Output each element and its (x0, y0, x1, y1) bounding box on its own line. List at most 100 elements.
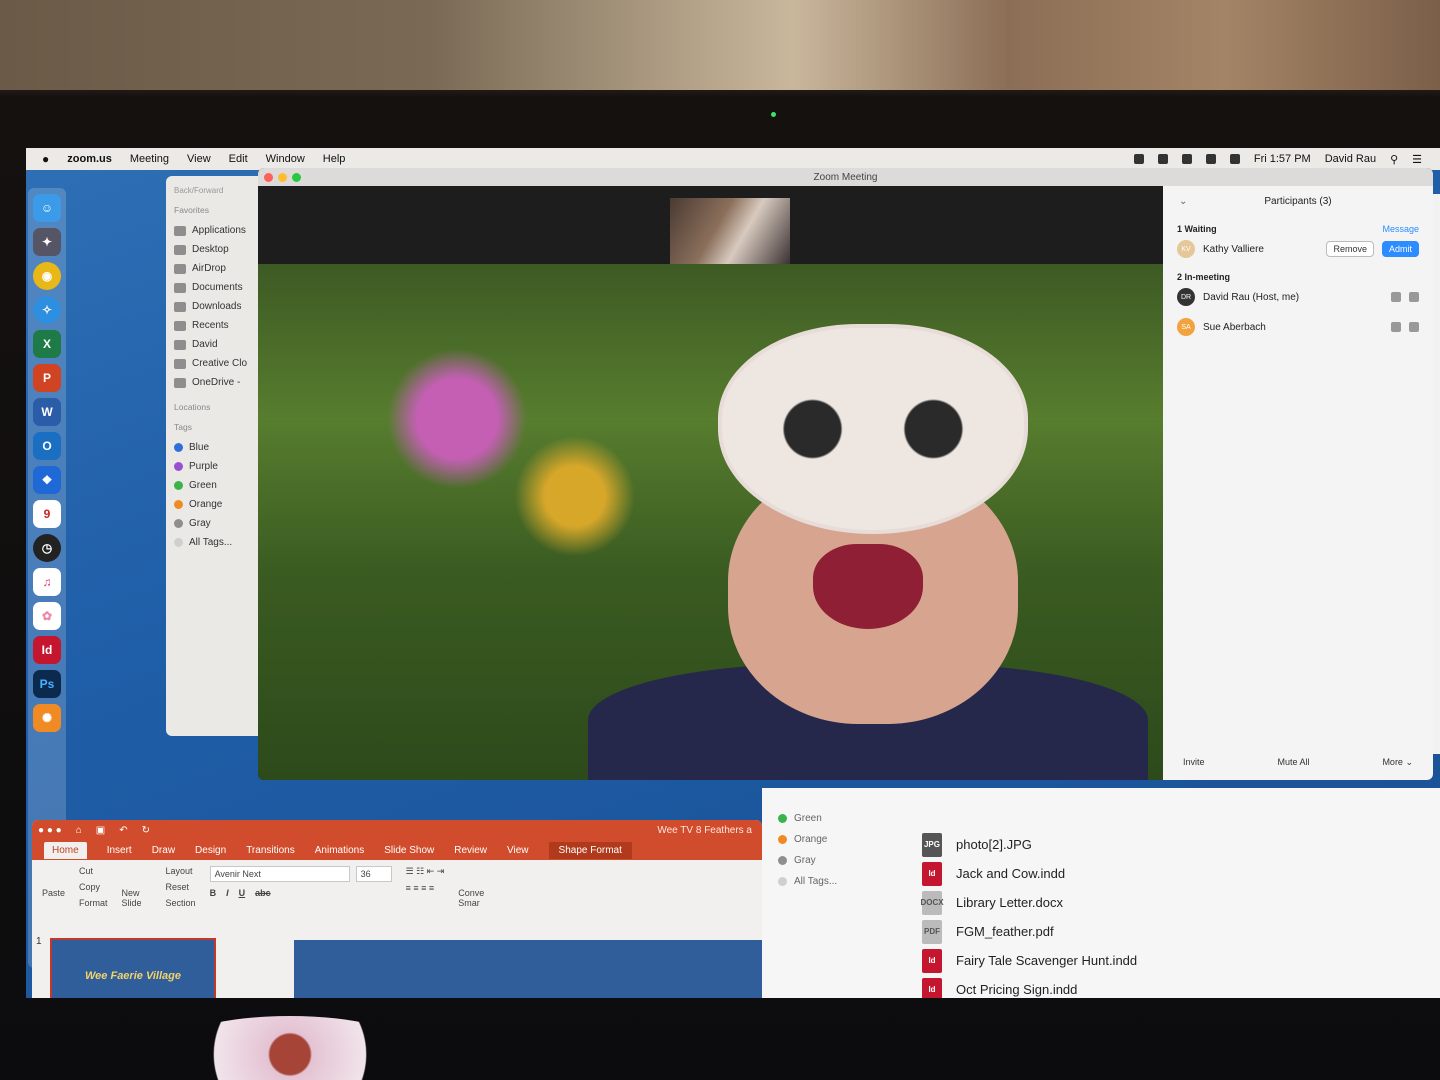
font-size-select[interactable]: 36 (355, 866, 392, 882)
itunes-icon[interactable]: ♫ (33, 568, 61, 596)
microphone-icon[interactable] (1391, 292, 1401, 302)
list-item[interactable]: PDF FGM_feather.pdf (922, 917, 1137, 946)
chrome-icon[interactable]: ◉ (33, 262, 61, 290)
finder-icon[interactable]: ☺ (33, 194, 61, 222)
menu-window[interactable]: Window (266, 153, 305, 165)
slide-canvas[interactable] (294, 940, 762, 998)
list-item[interactable]: Id Oct Pricing Sign.indd (922, 975, 1137, 998)
menu-clock[interactable]: Fri 1:57 PM (1254, 153, 1311, 165)
tab-slide-show[interactable]: Slide Show (384, 843, 434, 858)
reset-button[interactable]: Reset (166, 882, 196, 892)
dropbox-icon[interactable]: ❖ (33, 466, 61, 494)
tab-view[interactable]: View (507, 843, 529, 858)
tab-draw[interactable]: Draw (152, 843, 175, 858)
safari-icon[interactable]: ✧ (33, 296, 61, 324)
font-group: Avenir Next 36 B I U abc (209, 866, 392, 924)
indesign-icon[interactable]: Id (33, 636, 61, 664)
tag-dot-icon (174, 538, 183, 547)
participant-row[interactable]: SA Sue Aberbach (1163, 312, 1433, 342)
file-name: Library Letter.docx (956, 895, 1063, 910)
tab-review[interactable]: Review (454, 843, 487, 858)
menu-help[interactable]: Help (323, 153, 346, 165)
powerpoint-window: ● ● ● ⌂ ▣ ↶ ↻ Wee TV 8 Feathers a Home I… (32, 820, 762, 998)
list-item[interactable]: Id Fairy Tale Scavenger Hunt.indd (922, 946, 1137, 975)
slide-thumbnail[interactable]: Wee Faerie Village (50, 938, 216, 998)
list-item[interactable]: DOCX Library Letter.docx (920, 888, 1137, 917)
airplay-icon[interactable] (1229, 154, 1240, 164)
menu-meeting[interactable]: Meeting (130, 153, 169, 165)
word-icon[interactable]: W (33, 398, 61, 426)
bluetooth-icon[interactable] (1205, 154, 1216, 164)
cloud-icon[interactable] (1157, 154, 1168, 164)
self-video-thumbnail[interactable] (670, 198, 790, 264)
tab-insert[interactable]: Insert (107, 843, 132, 858)
layout-button[interactable]: Layout (166, 866, 196, 876)
more-button[interactable]: More ⌄ (1376, 755, 1419, 770)
font-style-row: B I U abc (210, 888, 392, 898)
video-paper-mask (718, 324, 1028, 534)
new-slide-button[interactable]: New Slide (122, 888, 152, 908)
admit-button[interactable]: Admit (1381, 241, 1419, 257)
tag-dot-icon (174, 500, 183, 509)
tab-animations[interactable]: Animations (315, 843, 364, 858)
tag-gray[interactable]: Gray (778, 850, 837, 871)
zoom-status-icon[interactable] (1133, 154, 1144, 164)
participant-row[interactable]: DR David Rau (Host, me) (1163, 282, 1433, 312)
tag-orange[interactable]: Orange (778, 829, 837, 850)
list-item[interactable]: JPG photo[2].JPG (922, 830, 1137, 859)
message-link[interactable]: Message (1382, 224, 1419, 234)
microphone-icon[interactable] (1391, 322, 1401, 332)
bullets-icon[interactable]: ☰ ☷ ⇤ ⇥ (406, 866, 445, 877)
convert-smartart-button[interactable]: Conve Smar (458, 888, 492, 908)
chevron-down-icon[interactable]: ⌄ (1179, 196, 1187, 207)
notification-center-icon[interactable]: ☰ (1412, 153, 1422, 166)
reeder-icon[interactable]: ✺ (33, 704, 61, 732)
redo-icon[interactable]: ↻ (142, 825, 150, 836)
bold-icon[interactable]: B (210, 888, 217, 898)
copy-button[interactable]: Copy (79, 882, 108, 892)
undo-icon[interactable]: ↶ (119, 825, 127, 836)
active-speaker-video[interactable] (258, 264, 1163, 780)
apple-menu-icon[interactable]: ● (42, 152, 49, 166)
strikethrough-icon[interactable]: abc (255, 888, 271, 898)
tab-transitions[interactable]: Transitions (246, 843, 295, 858)
dashboard-icon[interactable]: ◷ (33, 534, 61, 562)
launchpad-icon[interactable]: ✦ (33, 228, 61, 256)
remove-button[interactable]: Remove (1326, 241, 1374, 257)
menu-user[interactable]: David Rau (1325, 153, 1376, 165)
menu-app-name[interactable]: zoom.us (67, 153, 112, 165)
tab-shape-format[interactable]: Shape Format (548, 841, 632, 859)
camera-icon[interactable] (1409, 322, 1419, 332)
paragraph-group: ☰ ☷ ⇤ ⇥ ≡ ≡ ≡ ≡ (406, 866, 445, 924)
tag-dot-icon (778, 856, 787, 865)
photoshop-icon[interactable]: Ps (33, 670, 61, 698)
calendar-icon[interactable]: 9 (33, 500, 61, 528)
home-icon[interactable]: ⌂ (76, 825, 82, 836)
format-painter-button[interactable]: Format (79, 898, 108, 908)
spotlight-icon[interactable]: ⚲ (1390, 153, 1398, 166)
tab-home[interactable]: Home (44, 841, 87, 859)
section-button[interactable]: Section (166, 898, 196, 908)
tag-all[interactable]: All Tags... (778, 871, 837, 892)
tab-design[interactable]: Design (195, 843, 226, 858)
font-name-select[interactable]: Avenir Next (209, 866, 350, 882)
save-icon[interactable]: ▣ (96, 825, 105, 836)
menu-edit[interactable]: Edit (229, 153, 248, 165)
photos-icon[interactable]: ✿ (33, 602, 61, 630)
mute-all-button[interactable]: Mute All (1271, 755, 1315, 770)
camera-icon[interactable] (1409, 292, 1419, 302)
underline-icon[interactable]: U (239, 888, 246, 898)
window-controls-icon[interactable]: ● ● ● (38, 825, 62, 836)
menu-view[interactable]: View (187, 153, 211, 165)
time-machine-icon[interactable] (1181, 154, 1192, 164)
outlook-icon[interactable]: O (33, 432, 61, 460)
cut-button[interactable]: Cut (79, 866, 108, 876)
tag-green[interactable]: Green (778, 808, 837, 829)
paste-button[interactable]: Paste (42, 888, 65, 898)
italic-icon[interactable]: I (226, 888, 229, 898)
powerpoint-icon[interactable]: P (33, 364, 61, 392)
list-item[interactable]: Id Jack and Cow.indd (922, 859, 1137, 888)
excel-icon[interactable]: X (33, 330, 61, 358)
align-icon[interactable]: ≡ ≡ ≡ ≡ (406, 883, 445, 893)
invite-button[interactable]: Invite (1177, 755, 1211, 770)
